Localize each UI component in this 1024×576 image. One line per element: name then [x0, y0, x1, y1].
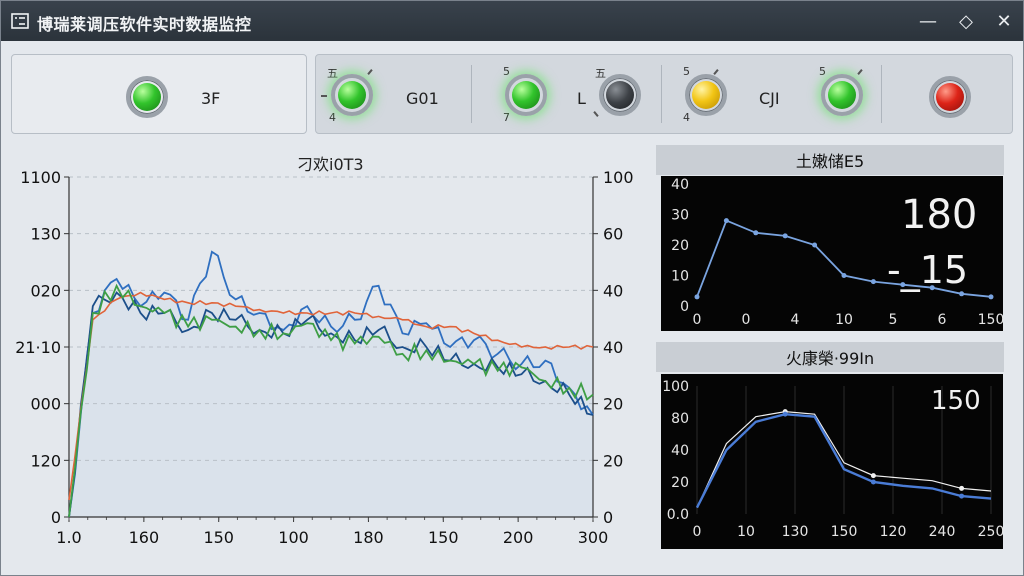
y-tick-label-left: 130 — [30, 225, 61, 244]
x-tick-label: 150 — [428, 528, 459, 547]
y-tick-label: 80 — [671, 411, 689, 427]
x-tick-label: 100 — [278, 528, 309, 547]
y-tick-label-right: 0 — [603, 508, 613, 527]
x-tick-label: 1.0 — [56, 528, 81, 547]
x-tick-label: 10 — [835, 312, 853, 328]
x-tick-label: 0 — [742, 312, 751, 328]
indicator-lamp-1 — [331, 74, 373, 116]
top-panel-big-value: 180 — [901, 192, 978, 238]
main-trend-chart: 110013002021·100001200100604040202001.0 1… — [15, 168, 634, 547]
x-tick-label: 150 — [978, 312, 1003, 328]
y-tick-label-left: 000 — [30, 395, 61, 414]
y-tick-label: 0 — [680, 299, 689, 315]
lamp-2-bottom-label: 7 — [503, 111, 510, 124]
y-tick-label-right: 100 — [603, 168, 634, 187]
y-tick-label-left: 21·10 — [15, 338, 61, 357]
indicator-lamp-5 — [821, 74, 863, 116]
y-tick-label-left: 0 — [51, 508, 61, 527]
divider — [881, 65, 882, 123]
app-list-icon — [11, 13, 29, 29]
lamp-4-bottom-label: 4 — [683, 111, 690, 124]
minimize-button[interactable]: — — [913, 7, 943, 35]
x-tick-label: 180 — [353, 528, 384, 547]
indicator-lamp-2 — [505, 74, 547, 116]
y-tick-label: 10 — [671, 269, 689, 285]
y-tick-label: 20 — [671, 475, 689, 491]
bottom-mini-chart-panel: 100 80 40 20 0.0 0 10 130 150 120 240 250 150 — [661, 374, 1003, 549]
main-status-lamp — [126, 76, 168, 118]
lamp-5-top-label: 5 — [819, 65, 826, 78]
x-tick-label: 5 — [889, 312, 898, 328]
main-status-label: 3F — [201, 89, 221, 108]
restore-icon: ◇ — [959, 10, 973, 32]
app-window: 博瑞莱调压软件实时数据监控 — ◇ ✕ 3F 五 4 G01 5 7 五 L 5… — [0, 0, 1024, 576]
lamp-4-label: CJI — [759, 89, 780, 108]
y-tick-label-right: 60 — [603, 225, 623, 244]
y-tick-label: 40 — [671, 443, 689, 459]
top-panel-header: 土嫩储E5 — [656, 145, 1004, 175]
x-tick-label: 120 — [880, 524, 907, 540]
title-bar: 博瑞莱调压软件实时数据监控 — ◇ ✕ — [1, 1, 1023, 41]
close-icon: ✕ — [996, 10, 1012, 32]
bottom-panel-title: 火康榮·99In — [785, 349, 875, 368]
x-tick-label: 150 — [831, 524, 858, 540]
indicator-lamp-4 — [685, 74, 727, 116]
lamp-2-top-label: 5 — [503, 65, 510, 78]
indicator-lamp-6 — [929, 76, 971, 118]
window-title: 博瑞莱调压软件实时数据监控 — [37, 15, 252, 34]
bottom-panel-header: 火康榮·99In — [656, 342, 1004, 372]
y-tick-label: 100 — [662, 379, 689, 395]
lamp-tick — [321, 95, 327, 97]
y-tick-label: 40 — [671, 177, 689, 193]
x-tick-label: 4 — [791, 312, 800, 328]
y-tick-label-left: 1100 — [20, 168, 61, 187]
divider — [661, 65, 662, 123]
y-tick-label: 0.0 — [667, 507, 689, 523]
x-tick-label: 10 — [737, 524, 755, 540]
y-tick-label-right: 20 — [603, 451, 623, 470]
close-button[interactable]: ✕ — [989, 7, 1019, 35]
lamp-1-top-label: 五 — [327, 67, 338, 80]
restore-button[interactable]: ◇ — [951, 7, 981, 35]
y-tick-label-left: 120 — [30, 451, 61, 470]
x-tick-label: 0 — [693, 312, 702, 328]
x-tick-label: 200 — [503, 528, 534, 547]
minimize-icon: — — [919, 10, 937, 32]
x-tick-label: 300 — [578, 528, 609, 547]
x-tick-label: 160 — [129, 528, 160, 547]
top-mini-chart-panel: 40 30 20 10 0 0 0 4 10 5 6 150 180 -_15 — [661, 176, 1003, 331]
y-tick-label-right: 40 — [603, 281, 623, 300]
lamp-1-bottom-label: 4 — [329, 111, 336, 124]
top-panel-title: 土嫩储E5 — [795, 152, 865, 171]
bottom-panel-big-value: 150 — [931, 386, 981, 416]
top-panel-secondary-value: -_15 — [887, 248, 969, 292]
y-tick-label: 20 — [671, 238, 689, 254]
y-tick-label: 30 — [671, 208, 689, 224]
x-tick-label: 240 — [929, 524, 956, 540]
x-tick-label: 150 — [203, 528, 234, 547]
indicator-lamp-3 — [599, 74, 641, 116]
y-tick-label-right: 40 — [603, 338, 623, 357]
y-tick-label-right: 20 — [603, 395, 623, 414]
x-tick-label: 6 — [938, 312, 947, 328]
x-tick-label: 0 — [693, 524, 702, 540]
lamp-1-label: G01 — [406, 89, 439, 108]
x-tick-label: 130 — [782, 524, 809, 540]
x-tick-label: 250 — [978, 524, 1003, 540]
divider — [471, 65, 472, 123]
lamp-3-top-label: 五 — [595, 67, 606, 80]
y-tick-label-left: 020 — [30, 281, 61, 300]
lamp-3-label: L — [577, 89, 586, 108]
lamp-4-top-label: 5 — [683, 65, 690, 78]
